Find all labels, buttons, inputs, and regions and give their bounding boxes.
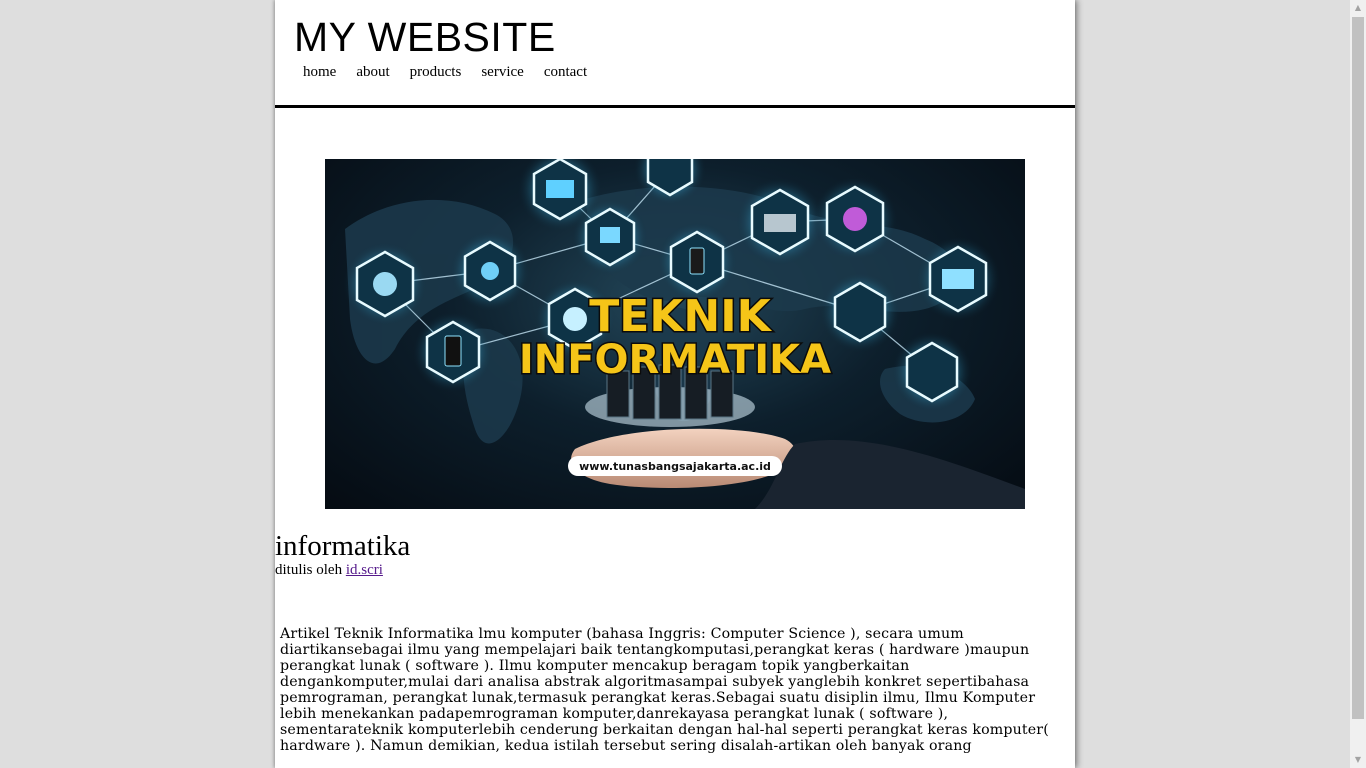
post-byline: ditulis oleh id.scri [275,562,383,579]
banner-url-text: www.tunasbangsajakarta.ac.id [579,460,771,473]
site-title: MY WEBSITE [294,14,556,60]
scroll-up-icon[interactable]: ▲ [1350,0,1366,16]
nav-products[interactable]: products [410,64,462,81]
scroll-down-icon[interactable]: ▼ [1350,752,1366,768]
nav-about[interactable]: about [356,64,389,81]
banner-image: TEKNIK INFORMATIKA www.tunasbangsajakart… [325,159,1025,509]
article-body: Artikel Teknik Informatika lmu komputer … [280,626,1049,754]
scrollbar-thumb[interactable] [1352,17,1364,719]
main-nav: home about products service contact [303,64,607,81]
nav-service[interactable]: service [481,64,523,81]
page-container: MY WEBSITE home about products service c… [275,0,1075,768]
author-link[interactable]: id.scri [346,562,383,578]
banner-url-pill: www.tunasbangsajakarta.ac.id [568,456,782,476]
vertical-scrollbar[interactable]: ▲ ▼ [1350,0,1366,768]
browser-viewport: MY WEBSITE home about products service c… [0,0,1350,768]
banner-headline-line2: INFORMATIKA [519,337,831,383]
header-divider [275,105,1075,108]
nav-home[interactable]: home [303,64,336,81]
post-title: informatika [275,530,411,562]
banner-headline-line1: TEKNIK [589,291,772,342]
byline-prefix: ditulis oleh [275,562,343,578]
nav-contact[interactable]: contact [544,64,587,81]
